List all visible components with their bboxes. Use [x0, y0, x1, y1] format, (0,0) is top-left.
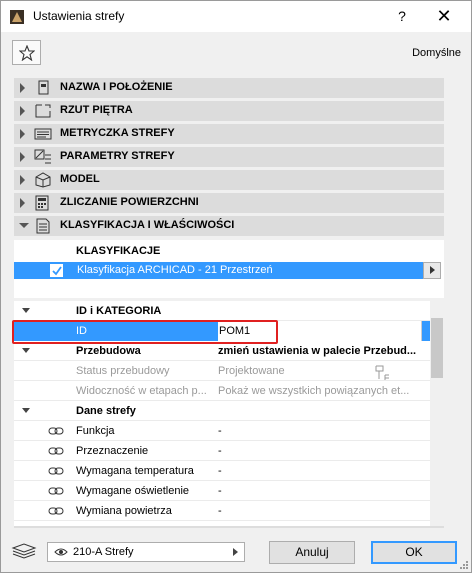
property-row-visibility: Widoczność w etapach p... Pokaż we wszys…: [14, 381, 430, 401]
favorites-button[interactable]: [12, 40, 41, 65]
group-row-id-category[interactable]: ID i KATEGORIA: [14, 301, 430, 321]
property-value[interactable]: -: [218, 485, 423, 497]
expand-arrow-icon: [20, 83, 25, 93]
default-label[interactable]: Domyślne: [412, 47, 461, 59]
panel-area-calculation[interactable]: ZLICZANIE POWIERZCHNI: [14, 193, 444, 213]
checkmark-icon: [52, 266, 62, 276]
properties-divider: [14, 526, 444, 528]
zone-stamp-icon: [34, 128, 52, 140]
property-row[interactable]: Wymagana temperatura -: [14, 461, 430, 481]
close-button[interactable]: ✕: [431, 5, 457, 27]
property-value: zmień ustawienia w palecie Przebud...: [218, 345, 417, 357]
property-name: Wymagana temperatura: [76, 465, 194, 477]
layer-value: 210-A Strefy: [73, 546, 134, 558]
classification-checkbox[interactable]: [50, 264, 63, 277]
panel-label: RZUT PIĘTRA: [60, 104, 133, 116]
help-button[interactable]: ?: [389, 5, 415, 27]
property-row[interactable]: Wymiana powietrza -: [14, 501, 430, 521]
panel-label: ZLICZANIE POWIERZCHNI: [60, 196, 199, 208]
classification-row[interactable]: Klasyfikacja ARCHICAD - 21 Przestrzeń: [14, 262, 423, 279]
link-icon: [48, 427, 64, 435]
title-bar: Ustawienia strefy ? ✕: [1, 1, 471, 32]
property-name: Przebudowa: [76, 345, 141, 357]
link-icon: [48, 487, 64, 495]
properties-scrollbar[interactable]: [430, 301, 444, 527]
panel-label: NAZWA I POŁOŻENIE: [60, 81, 173, 93]
expand-arrow-icon: [20, 175, 25, 185]
panel-label: KLASYFIKACJA I WŁAŚCIWOŚCI: [60, 219, 235, 231]
property-name: Przeznaczenie: [76, 445, 149, 457]
model-icon: [35, 172, 51, 188]
property-value[interactable]: -: [218, 465, 423, 477]
collapse-arrow-icon: [22, 408, 30, 413]
renovation-pin-icon[interactable]: [373, 365, 391, 381]
classification-label: Klasyfikacja ARCHICAD - 21 Przestrzeń: [77, 264, 273, 276]
property-value[interactable]: -: [218, 425, 423, 437]
expand-arrow-icon: [20, 198, 25, 208]
property-row[interactable]: Funkcja -: [14, 421, 430, 441]
expand-arrow-icon: [20, 129, 25, 139]
highlight-box: [12, 320, 278, 344]
property-name: Status przebudowy: [76, 365, 170, 377]
zone-settings-dialog: Ustawienia strefy ? ✕ Domyślne NAZWA I P…: [0, 0, 472, 573]
area-calculation-icon: [35, 195, 49, 211]
classification-picker-button[interactable]: [423, 262, 441, 279]
panel-zone-parameters[interactable]: PARAMETRY STREFY: [14, 147, 444, 167]
property-name: Funkcja: [76, 425, 115, 437]
property-row[interactable]: Wymagane oświetlenie -: [14, 481, 430, 501]
group-label: Dane strefy: [76, 405, 136, 417]
archicad-app-icon: [10, 10, 24, 24]
classification-header: KLASYFIKACJE: [76, 245, 161, 257]
panel-name-position[interactable]: NAZWA I POŁOŻENIE: [14, 78, 444, 98]
collapse-arrow-icon: [22, 308, 30, 313]
zone-parameters-icon: [34, 149, 51, 164]
classification-section: KLASYFIKACJE Klasyfikacja ARCHICAD - 21 …: [14, 240, 444, 298]
property-value[interactable]: -: [218, 445, 423, 457]
floor-plan-icon: [35, 104, 51, 118]
expand-arrow-icon: [20, 106, 25, 116]
collapse-arrow-icon: [22, 348, 30, 353]
property-value: Projektowane: [218, 365, 285, 377]
window-title: Ustawienia strefy: [33, 9, 125, 23]
property-name: Wymiana powietrza: [76, 505, 172, 517]
layers-icon: [11, 543, 37, 559]
property-value: Pokaż we wszystkich powiązanych et...: [218, 385, 410, 397]
property-row[interactable]: Przeznaczenie -: [14, 441, 430, 461]
panel-label: PARAMETRY STREFY: [60, 150, 175, 162]
link-icon: [48, 447, 64, 455]
link-icon: [48, 467, 64, 475]
panel-classification[interactable]: KLASYFIKACJA I WŁAŚCIWOŚCI: [14, 216, 444, 236]
scrollbar-thumb[interactable]: [431, 318, 443, 378]
layer-dropdown[interactable]: 210-A Strefy: [47, 542, 245, 562]
arrow-right-icon: [430, 266, 435, 274]
resize-grip-icon[interactable]: [460, 561, 468, 569]
expand-arrow-icon: [20, 152, 25, 162]
property-name: Wymagane oświetlenie: [76, 485, 190, 497]
link-icon: [48, 507, 64, 515]
eye-icon: [54, 548, 68, 556]
property-row-przebudowa[interactable]: Przebudowa zmień ustawienia w palecie Pr…: [14, 341, 430, 361]
cancel-button[interactable]: Anuluj: [269, 541, 355, 564]
group-row-zone-data[interactable]: Dane strefy: [14, 401, 430, 421]
property-value[interactable]: -: [218, 505, 423, 517]
panel-label: METRYCZKA STREFY: [60, 127, 175, 139]
panel-zone-stamp[interactable]: METRYCZKA STREFY: [14, 124, 444, 144]
collapse-arrow-icon: [19, 223, 29, 228]
star-icon: [19, 45, 35, 61]
ok-button[interactable]: OK: [371, 541, 457, 564]
name-position-icon: [38, 80, 49, 95]
panel-floor-plan[interactable]: RZUT PIĘTRA: [14, 101, 444, 121]
dropdown-arrow-icon: [233, 548, 238, 556]
panel-label: MODEL: [60, 173, 100, 185]
classification-icon: [36, 218, 50, 234]
panel-model[interactable]: MODEL: [14, 170, 444, 190]
group-label: ID i KATEGORIA: [76, 305, 162, 317]
property-row-status: Status przebudowy Projektowane: [14, 361, 430, 381]
property-name: Widoczność w etapach p...: [76, 385, 207, 397]
